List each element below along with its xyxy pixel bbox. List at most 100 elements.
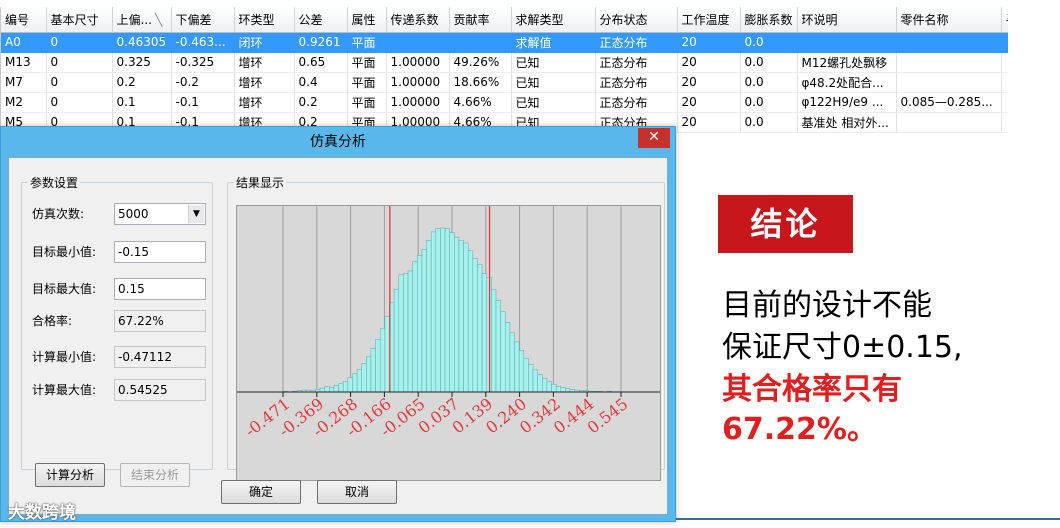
cancel-button[interactable]: 取消 (317, 480, 397, 504)
histogram-bar (333, 385, 339, 393)
column-header[interactable]: 膨胀系数 (740, 7, 798, 33)
histogram-bar (555, 385, 562, 393)
close-icon[interactable]: ✕ (638, 128, 670, 148)
column-header[interactable]: 求解类型 (511, 7, 596, 33)
sim-count-value: 5000 (118, 207, 149, 221)
target-min-input[interactable]: -0.15 (114, 241, 206, 263)
results-group: 结果显示 -0.471 -0.369 -0.268 -0.166 -0.065 0.037… (227, 174, 665, 481)
ok-button[interactable]: 确定 (221, 480, 301, 504)
table-cell: 18.66% (449, 72, 512, 93)
calc-max-row: 计算最大值: 0.54525 (32, 379, 210, 401)
table-row[interactable]: A0 0 0.46305 -0.463... 闭环 0.9261 平面 求解值 正态分布 20 0.… (1, 32, 1008, 53)
column-header-label: 传递系数 (390, 12, 439, 27)
target-max-label: 目标最大值: (32, 282, 97, 296)
column-header[interactable]: 环说明 (797, 7, 897, 33)
column-header[interactable]: 公差 (294, 7, 348, 33)
histogram-bar (467, 250, 474, 393)
histogram-bar (463, 242, 469, 393)
table-cell (896, 52, 1002, 73)
column-header-label: 求解类型 (515, 12, 564, 27)
histogram-bar (426, 240, 432, 393)
column-header[interactable]: 上偏... ╲ (112, 7, 172, 33)
end-analysis-button[interactable]: 结束分析 (120, 463, 190, 487)
column-header[interactable]: 编号 (1, 7, 47, 33)
column-header-label: 环类型 (238, 12, 275, 27)
histogram-bar (417, 255, 423, 393)
table-cell: 0 (46, 92, 113, 113)
table-row[interactable]: M7 0 0.2 -0.2 增环 0.4 平面 1.00000 18.66% 已知 正态分布 20 0.… (1, 72, 1008, 93)
column-header-label: 公差 (298, 12, 323, 27)
histogram-bar (329, 387, 335, 393)
column-header-label: 基本尺寸 (50, 12, 99, 27)
histogram-bar (514, 341, 520, 393)
dialog-body: 参数设置 仿真次数: 5000 ▼ 目标最小值: -0.15 目标最大值: 0.… (8, 157, 668, 515)
column-header[interactable]: 传递系数 (386, 7, 450, 33)
dimension-chain-grid[interactable]: 编号 基本尺寸 上偏... ╲ 下偏差 环类型 公差 属性 传递系数 贡献率 求解类型 分布状态 工作温… (0, 7, 1008, 137)
sort-indicator-icon: ╲ (154, 12, 163, 27)
table-cell (797, 32, 897, 53)
target-max-input[interactable]: 0.15 (114, 278, 206, 300)
simulation-dialog: 仿真分析 ✕ 参数设置 仿真次数: 5000 ▼ 目标最小值: -0.15 目标 (0, 126, 676, 522)
histogram-bar (361, 363, 367, 393)
table-cell: M12螺孔处飘移 (797, 52, 897, 73)
calc-max-field: 0.54525 (114, 379, 206, 401)
target-max-row: 目标最大值: 0.15 (32, 278, 210, 300)
column-header[interactable]: 分布状态 (595, 7, 678, 33)
histogram-bar (523, 357, 529, 393)
table-cell (386, 32, 450, 53)
column-header[interactable]: 工作温度 (677, 7, 741, 33)
table-cell: 平面 (347, 92, 387, 113)
table-cell (896, 112, 1002, 133)
table-cell: 0.2 (112, 72, 172, 93)
table-cell: 20 (677, 72, 741, 93)
column-header[interactable]: 零件名称 (896, 7, 1002, 33)
calc-min-label: 计算最小值: (32, 350, 97, 364)
grid-header-row: 编号 基本尺寸 上偏... ╲ 下偏差 环类型 公差 属性 传递系数 贡献率 求解类型 分布状态 工作温… (1, 7, 1008, 33)
table-cell: 20 (677, 32, 741, 53)
table-cell (449, 32, 512, 53)
table-cell: 20 (677, 92, 741, 113)
table-cell: 0.65 (294, 52, 348, 73)
table-row[interactable]: M2 0 0.1 -0.1 增环 0.2 平面 1.00000 4.66% 已知 正态分布 20 0.0… (1, 92, 1008, 113)
histogram-bar (454, 236, 460, 393)
column-header[interactable]: 贡献率 (449, 7, 512, 33)
column-header[interactable]: 基本尺寸 (46, 7, 113, 33)
histogram-bar (495, 299, 501, 393)
table-cell: 0 (46, 72, 113, 93)
column-header[interactable]: 属性 (347, 7, 387, 33)
histogram-bar (412, 261, 418, 393)
target-min-label: 目标最小值: (32, 245, 97, 259)
histogram-bar (444, 228, 450, 393)
table-cell: 正态分布 (595, 32, 678, 53)
table-cell: 正态分布 (595, 72, 678, 93)
table-row[interactable]: M13 0 0.325 -0.325 增环 0.65 平面 1.00000 49.26% 已知 正态… (1, 52, 1008, 73)
table-cell: 0.4 (294, 72, 348, 93)
table-cell: 20 (677, 52, 741, 73)
table-cell: M13 (1, 52, 47, 73)
histogram-bar (319, 387, 325, 393)
histogram-bar (509, 332, 515, 393)
histogram-bar (458, 240, 464, 393)
table-cell (1001, 112, 1008, 133)
table-cell: 1.00000 (386, 52, 450, 73)
screen: 编号 基本尺寸 上偏... ╲ 下偏差 环类型 公差 属性 传递系数 贡献率 求解类型 分布状态 工作温… (0, 0, 1060, 528)
grid-body: A0 0 0.46305 -0.463... 闭环 0.9261 平面 求解值 正态分布 20 0.… (1, 32, 1008, 133)
table-cell: 基准处 相对外... (797, 112, 897, 133)
pass-rate-field: 67.22% (114, 310, 206, 332)
table-cell: 增环 (234, 72, 295, 93)
sim-count-select[interactable]: 5000 ▼ (114, 203, 206, 225)
column-header[interactable]: 下偏差 (171, 7, 235, 33)
histogram-bar (421, 249, 427, 393)
column-header[interactable]: 环类型 (234, 7, 295, 33)
compute-analysis-button[interactable]: 计算分析 (35, 463, 105, 487)
chevron-down-icon[interactable]: ▼ (188, 205, 204, 223)
column-header[interactable]: 寻 (1001, 7, 1008, 33)
table-cell: 平面 (347, 52, 387, 73)
dialog-title: 仿真分析 (310, 134, 366, 150)
histogram-bar (430, 231, 437, 393)
table-cell (896, 32, 1002, 53)
column-header-label: 分布状态 (599, 12, 648, 27)
histogram-bar (504, 322, 511, 393)
histogram-bar (403, 273, 409, 393)
divider (676, 518, 1060, 520)
